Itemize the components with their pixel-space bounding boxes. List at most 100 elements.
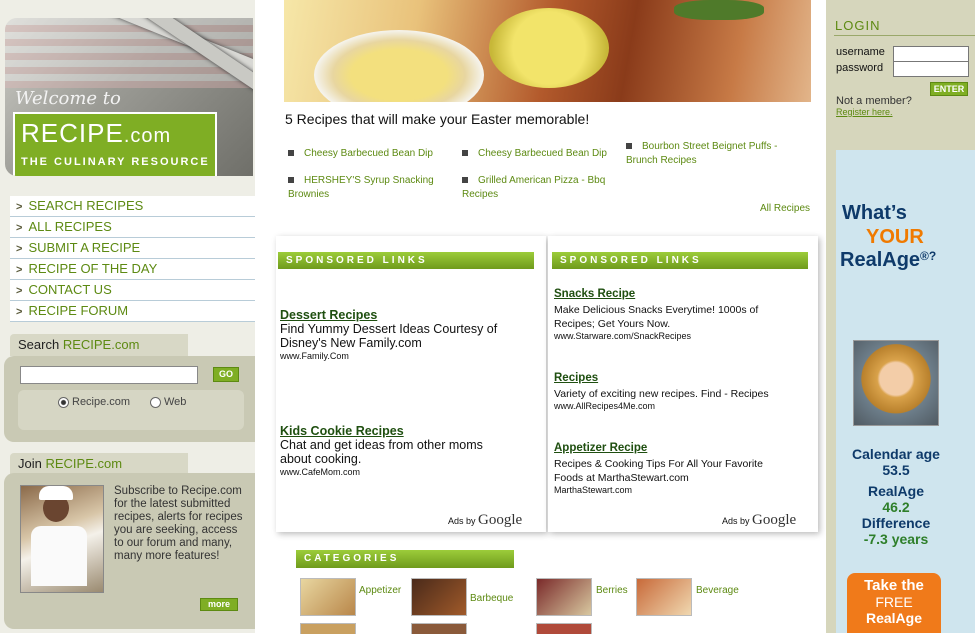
login-enter-button[interactable]: ENTER — [930, 82, 968, 96]
difference-label: Difference — [861, 515, 931, 531]
search-heading-brand: RECIPE.com — [62, 337, 140, 352]
chevron-right-icon: > — [16, 306, 23, 318]
search-go-button[interactable]: GO — [213, 367, 239, 382]
nav-item-recipe-of-the-day[interactable]: > RECIPE OF THE DAY — [10, 259, 255, 280]
lemon-image — [489, 8, 609, 88]
sponsored-links-heading: SPONSORED LINKS — [552, 252, 808, 269]
join-panel-heading: Join RECIPE.com — [10, 453, 188, 475]
ad-title-recipes[interactable]: Recipes — [554, 372, 598, 384]
realage-whats: What’s — [842, 202, 907, 224]
ad-url[interactable]: www.Family.Com — [280, 351, 349, 361]
nav-item-contact-us[interactable]: > CONTACT US — [10, 280, 255, 301]
ad-title-appetizer-recipe[interactable]: Appetizer Recipe — [554, 442, 647, 454]
join-description: Subscribe to Recipe.com for the latest s… — [114, 485, 243, 562]
ad-url[interactable]: www.AllRecipes4Me.com — [554, 401, 655, 411]
ad-url[interactable]: www.Starware.com/SnackRecipes — [554, 331, 691, 341]
hero-food-image[interactable] — [284, 0, 811, 102]
realage-reg-mark: ®? — [920, 249, 937, 263]
category-appetizer[interactable]: Appetizer — [359, 585, 401, 596]
username-field[interactable] — [893, 46, 969, 62]
beverage-thumbnail[interactable] — [636, 578, 692, 616]
calendar-age-label: Calendar age — [852, 446, 940, 462]
radio-label: Web — [164, 396, 187, 408]
chevron-right-icon: > — [16, 264, 23, 276]
left-column: Welcome to RECIPE.com THE CULINARY RESOU… — [0, 0, 255, 633]
join-heading-prefix: Join — [18, 456, 42, 471]
category-thumbnail[interactable] — [300, 623, 356, 634]
category-thumbnail[interactable] — [536, 623, 592, 634]
login-title: LOGIN — [835, 18, 881, 33]
nav-item-search-recipes[interactable]: > SEARCH RECIPES — [10, 196, 255, 217]
category-thumbnail[interactable] — [411, 623, 467, 634]
calendar-age-value: 53.5 — [882, 462, 910, 478]
ad-title-kids-cookie-recipes[interactable]: Kids Cookie Recipes — [280, 424, 404, 438]
ads-by-text: Ads by — [448, 516, 476, 526]
brand-tagline: THE CULINARY RESOURCE — [21, 156, 210, 168]
ad-url[interactable]: www.CafeMom.com — [280, 467, 360, 477]
chef-coat — [31, 526, 87, 586]
chevron-right-icon: > — [16, 285, 23, 297]
ads-by-google-right[interactable]: Ads by Google — [722, 512, 796, 529]
nav-item-recipe-forum[interactable]: > RECIPE FORUM — [10, 301, 255, 322]
welcome-text: Welcome to — [15, 88, 121, 109]
chef-hat — [39, 486, 73, 500]
ad-body: Chat and get ideas from other moms about… — [280, 438, 483, 466]
easter-link-text: HERSHEY'S Syrup Snacking Brownies — [288, 175, 434, 200]
easter-link-5[interactable]: Grilled American Pizza - Bbq Recipes — [462, 174, 622, 202]
join-panel: Subscribe to Recipe.com for the latest s… — [4, 473, 255, 629]
ads-by-text: Ads by — [722, 516, 750, 526]
search-input[interactable] — [20, 366, 198, 384]
easter-link-1[interactable]: Cheesy Barbecued Bean Dip — [288, 147, 458, 161]
google-logo-text: Google — [478, 512, 523, 528]
easter-link-text: Cheesy Barbecued Bean Dip — [478, 148, 607, 159]
barbeque-thumbnail[interactable] — [411, 578, 467, 616]
categories-heading: CATEGORIES — [296, 550, 514, 568]
all-recipes-link[interactable]: All Recipes — [760, 203, 810, 214]
easter-link-text: Cheesy Barbecued Bean Dip — [304, 148, 433, 159]
register-link[interactable]: Register here. — [836, 107, 893, 117]
join-heading-brand: RECIPE.com — [45, 456, 123, 471]
easter-link-text: Bourbon Street Beignet Puffs - Brunch Re… — [626, 141, 778, 166]
easter-link-text: Grilled American Pizza - Bbq Recipes — [462, 175, 606, 200]
ad-url[interactable]: MarthaStewart.com — [554, 485, 632, 495]
ad-title-dessert-recipes[interactable]: Dessert Recipes — [280, 308, 377, 322]
easter-link-4[interactable]: HERSHEY'S Syrup Snacking Brownies — [288, 174, 448, 202]
appetizer-thumbnail[interactable] — [300, 578, 356, 616]
password-field[interactable] — [893, 61, 969, 77]
radio-web[interactable]: Web — [150, 396, 186, 408]
username-label: username — [836, 46, 885, 58]
radio-recipe-com[interactable]: Recipe.com — [58, 396, 130, 408]
radio-label: Recipe.com — [72, 396, 131, 408]
radio-unselected-icon — [150, 396, 161, 408]
search-panel: GO Recipe.com Web — [4, 356, 255, 442]
nav-label: SUBMIT A RECIPE — [28, 240, 141, 255]
brand-main: RECIPE — [21, 118, 124, 148]
join-more-button[interactable]: more — [200, 598, 238, 611]
google-logo-text: Google — [752, 512, 797, 528]
realage-your: YOUR — [866, 226, 924, 248]
ad-body: Find Yummy Dessert Ideas Courtesy of Dis… — [280, 322, 498, 350]
ads-by-google-left[interactable]: Ads by Google — [448, 512, 522, 529]
easter-link-2[interactable]: Cheesy Barbecued Bean Dip — [462, 147, 622, 161]
berries-thumbnail[interactable] — [536, 578, 592, 616]
nav-item-submit-recipe[interactable]: > SUBMIT A RECIPE — [10, 238, 255, 259]
category-beverage[interactable]: Beverage — [696, 585, 739, 596]
site-logo[interactable]: Welcome to RECIPE.com THE CULINARY RESOU… — [5, 18, 253, 176]
nav-label: RECIPE FORUM — [28, 303, 129, 318]
nav-label: RECIPE OF THE DAY — [28, 261, 158, 276]
category-berries[interactable]: Berries — [596, 585, 628, 596]
password-label: password — [836, 62, 884, 74]
search-heading-prefix: Search — [18, 337, 60, 352]
search-panel-heading: Search RECIPE.com — [10, 334, 188, 356]
easter-link-3[interactable]: Bourbon Street Beignet Puffs - Brunch Re… — [626, 140, 801, 168]
chevron-right-icon: > — [16, 222, 23, 234]
main-nav: > SEARCH RECIPES > ALL RECIPES > SUBMIT A R… — [10, 196, 255, 322]
category-barbeque[interactable]: Barbeque — [470, 593, 513, 604]
chef-photo — [20, 485, 104, 593]
nav-item-all-recipes[interactable]: > ALL RECIPES — [10, 217, 255, 238]
realage-brand: RealAge®? — [840, 249, 936, 272]
nav-label: ALL RECIPES — [28, 219, 112, 234]
ad-title-snacks-recipe[interactable]: Snacks Recipe — [554, 288, 635, 300]
bullet-square-icon — [462, 150, 468, 157]
take-free-realage-button[interactable]: Take the FREE RealAge — [847, 573, 941, 633]
